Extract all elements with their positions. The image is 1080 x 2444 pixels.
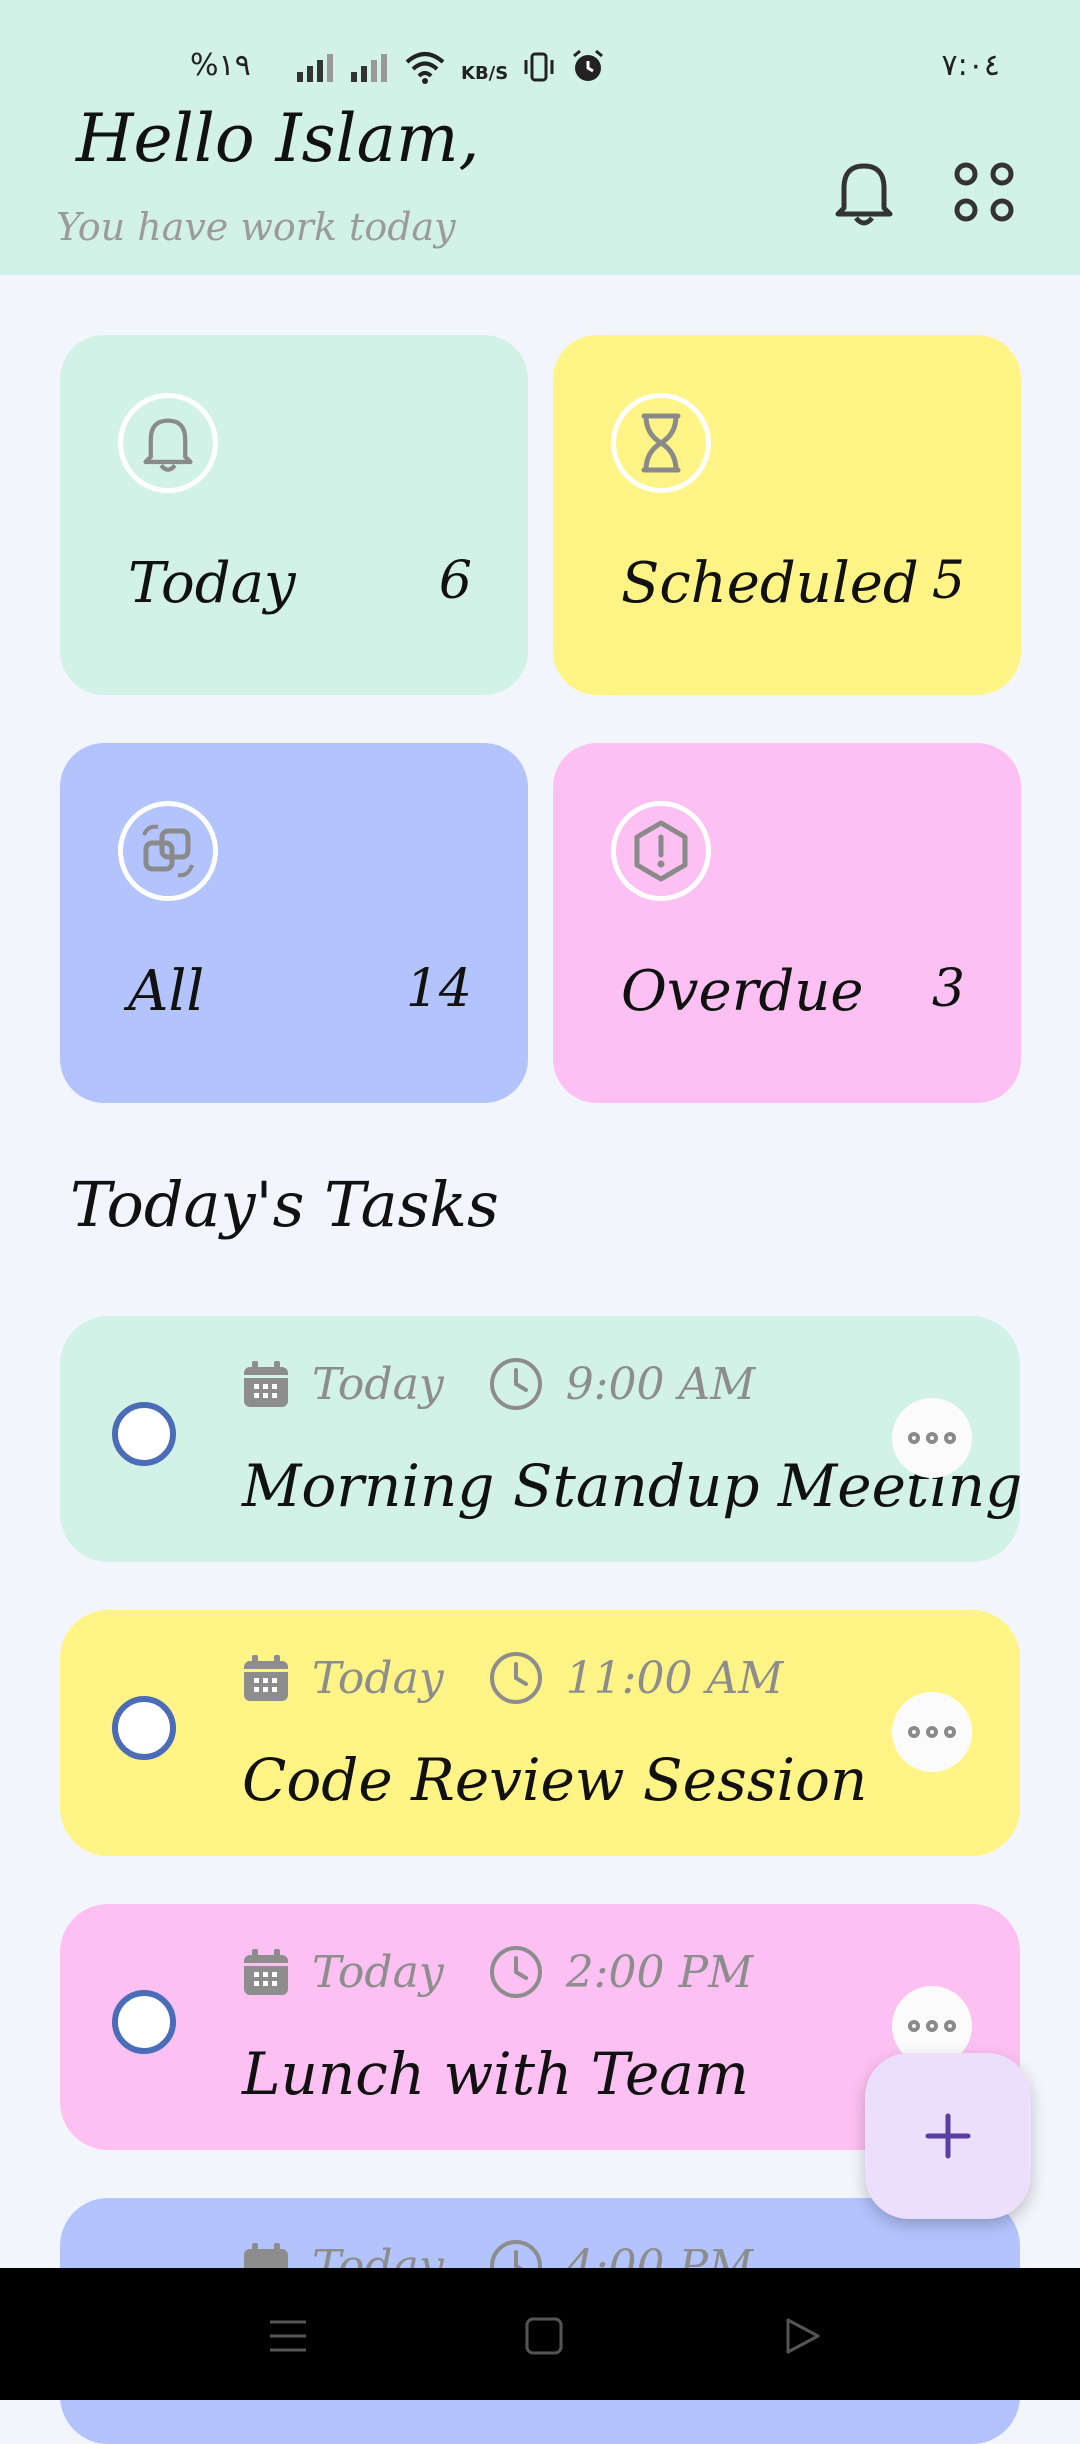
more-dots-icon (908, 2020, 956, 2032)
calendar-icon (244, 1949, 288, 1995)
status-bar: %١٩ KB/S ٧:٠٤ (0, 40, 1080, 96)
nav-back-button[interactable] (774, 2308, 830, 2364)
back-triangle-icon (786, 2318, 820, 2354)
layers-icon (118, 801, 218, 901)
category-card-overdue[interactable]: Overdue 3 (553, 743, 1021, 1103)
greeting-title: Hello Islam, (76, 100, 480, 177)
category-label: Overdue (621, 959, 864, 1024)
task-more-button[interactable] (892, 1398, 972, 1478)
greeting-subtitle: You have work today (56, 205, 456, 249)
calendar-icon (244, 1655, 288, 1701)
task-title: Code Review Session (242, 1746, 868, 1814)
vibrate-icon (524, 52, 554, 82)
grid-dots-icon (954, 162, 1014, 222)
task-meta: Today 9:00 AM (242, 1354, 755, 1414)
category-label: Today (128, 551, 296, 616)
more-dots-icon (908, 1432, 956, 1444)
category-card-today[interactable]: Today 6 (60, 335, 528, 695)
nav-home-button[interactable] (516, 2308, 572, 2364)
clock-icon (489, 1652, 542, 1704)
task-date: Today (312, 1652, 444, 1704)
task-time: 2:00 PM (565, 1946, 754, 1998)
category-count: 3 (931, 959, 965, 1019)
calendar-icon (244, 1361, 288, 1407)
wifi-icon (405, 52, 445, 84)
app-header: %١٩ KB/S ٧:٠٤ Hello Islam, You have work… (0, 0, 1080, 275)
bell-icon (835, 163, 893, 226)
status-icons: KB/S (295, 48, 606, 84)
add-task-button[interactable] (865, 2053, 1031, 2219)
task-meta: Today 11:00 AM (242, 1648, 783, 1708)
signal-icon (297, 54, 333, 82)
nav-menu-button[interactable] (260, 2308, 316, 2364)
task-checkbox[interactable] (112, 1696, 176, 1760)
bell-icon (118, 393, 218, 493)
category-card-all[interactable]: All 14 (60, 743, 528, 1103)
task-card[interactable]: Today 9:00 AM Morning Standup Meeting (60, 1316, 1022, 1562)
task-title: Lunch with Team (242, 2040, 749, 2108)
clock: ٧:٠٤ (941, 48, 1000, 83)
signal-icon-2 (351, 54, 387, 82)
category-count: 6 (438, 551, 472, 611)
plus-icon (925, 2113, 971, 2159)
battery-percentage: %١٩ (190, 48, 251, 83)
task-date: Today (312, 1358, 444, 1410)
menu-lines-icon (270, 2320, 306, 2352)
task-checkbox[interactable] (112, 1402, 176, 1466)
task-card[interactable]: Today 11:00 AM Code Review Session (60, 1610, 1020, 1856)
system-navigation-bar (0, 2268, 1080, 2400)
more-dots-icon (908, 1726, 956, 1738)
category-label: Scheduled (621, 551, 919, 616)
task-meta: Today 2:00 PM (242, 1942, 753, 2002)
task-checkbox[interactable] (112, 1990, 176, 2054)
category-count: 5 (931, 551, 965, 611)
network-speed: KB/S (461, 63, 509, 84)
hourglass-icon (611, 393, 711, 493)
category-label: All (128, 959, 205, 1024)
section-title: Today's Tasks (70, 1168, 499, 1241)
alarm-icon (573, 49, 604, 81)
alert-hexagon-icon (611, 801, 711, 901)
clock-icon (489, 1946, 542, 1998)
task-more-button[interactable] (892, 1692, 972, 1772)
category-count: 14 (405, 959, 472, 1019)
task-time: 11:00 AM (565, 1652, 784, 1704)
square-icon (525, 2317, 563, 2355)
task-time: 9:00 AM (565, 1358, 756, 1410)
task-date: Today (312, 1946, 444, 1998)
notifications-button[interactable] (816, 144, 912, 240)
clock-icon (489, 1358, 542, 1410)
category-card-scheduled[interactable]: Scheduled 5 (553, 335, 1021, 695)
menu-button[interactable] (936, 144, 1032, 240)
